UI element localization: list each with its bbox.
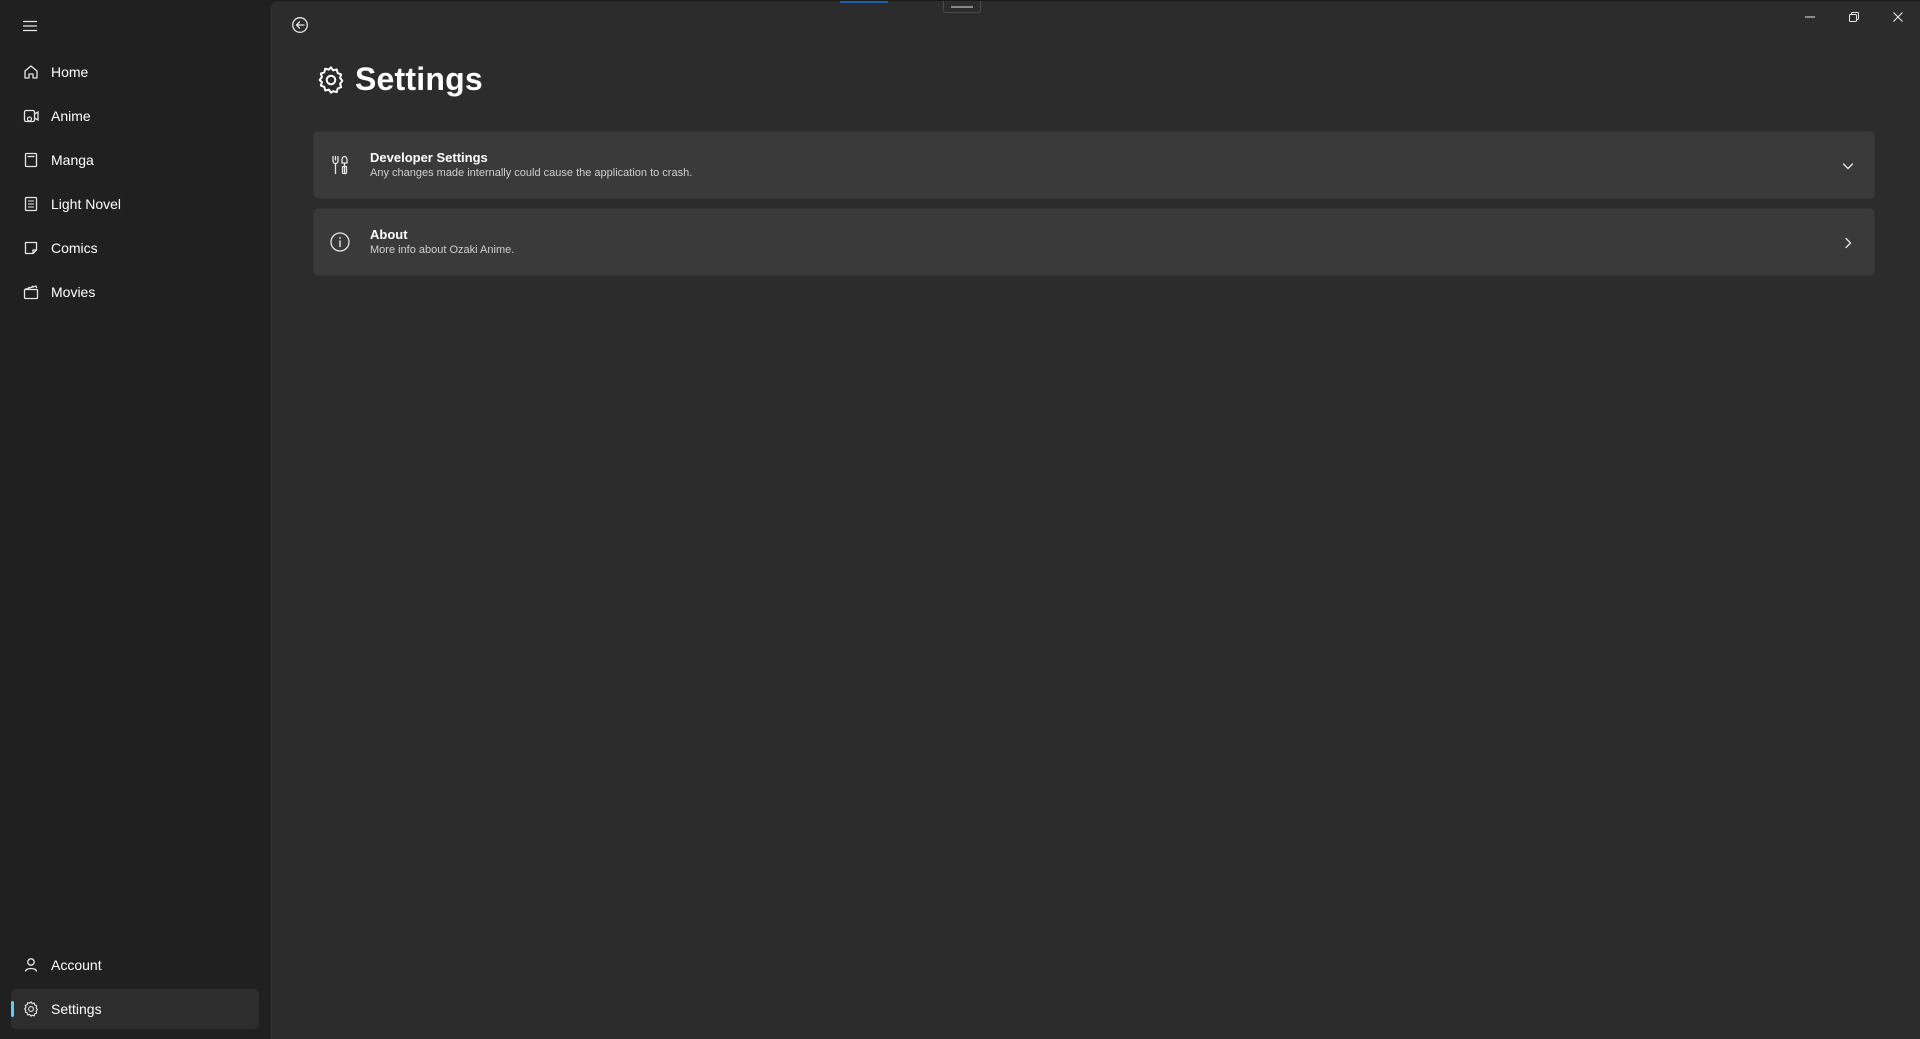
nav-item-label: Movies bbox=[51, 284, 96, 300]
app-window: Home Anime Manga Light Novel Comics Movi… bbox=[0, 0, 1920, 1039]
page-title: Settings bbox=[355, 61, 483, 97]
anime-icon bbox=[21, 106, 41, 126]
window-caption-buttons bbox=[1788, 1, 1920, 33]
nav-item-label: Account bbox=[51, 957, 102, 973]
nav-item-label: Anime bbox=[51, 108, 91, 124]
content-frame: Settings Developer Settings Any changes … bbox=[269, 0, 1920, 1039]
gear-icon bbox=[21, 999, 41, 1019]
card-description: More info about Ozaki Anime. bbox=[370, 244, 515, 256]
back-arrow-icon bbox=[292, 17, 308, 33]
tools-icon bbox=[328, 153, 352, 177]
navigation-pane: Home Anime Manga Light Novel Comics Movi… bbox=[0, 0, 269, 1039]
nav-item-account[interactable]: Account bbox=[11, 945, 259, 985]
comics-icon bbox=[21, 238, 41, 258]
page-header: Settings bbox=[315, 61, 483, 98]
back-button[interactable] bbox=[284, 11, 316, 39]
nav-item-anime[interactable]: Anime bbox=[11, 96, 259, 136]
nav-item-home[interactable]: Home bbox=[11, 52, 259, 92]
nav-item-label: Settings bbox=[51, 1001, 102, 1017]
nav-item-label: Manga bbox=[51, 152, 94, 168]
movies-icon bbox=[21, 282, 41, 302]
drag-handle[interactable] bbox=[943, 1, 981, 13]
gear-icon bbox=[318, 65, 344, 94]
card-title: About bbox=[370, 227, 408, 242]
restore-icon bbox=[1849, 12, 1859, 22]
hamburger-menu-button[interactable] bbox=[10, 12, 50, 40]
nav-menu-items: Home Anime Manga Light Novel Comics Movi… bbox=[11, 52, 259, 316]
chevron-down-icon[interactable] bbox=[1836, 154, 1860, 178]
card-description: Any changes made internally could cause … bbox=[370, 167, 693, 179]
restore-button[interactable] bbox=[1832, 1, 1876, 33]
close-icon bbox=[1893, 12, 1903, 22]
nav-item-label: Light Novel bbox=[51, 196, 122, 212]
nav-item-movies[interactable]: Movies bbox=[11, 272, 259, 312]
home-icon bbox=[21, 62, 41, 82]
close-button[interactable] bbox=[1876, 1, 1920, 33]
about-card[interactable]: About More info about Ozaki Anime. bbox=[313, 208, 1875, 276]
nav-item-label: Home bbox=[51, 64, 89, 80]
card-text: About More info about Ozaki Anime. bbox=[370, 226, 514, 258]
nav-item-manga[interactable]: Manga bbox=[11, 140, 259, 180]
developer-settings-card[interactable]: Developer Settings Any changes made inte… bbox=[313, 131, 1875, 199]
info-icon bbox=[328, 230, 352, 254]
card-text: Developer Settings Any changes made inte… bbox=[370, 149, 692, 181]
hamburger-icon bbox=[23, 20, 37, 32]
minimize-icon bbox=[1805, 16, 1815, 18]
light-novel-icon bbox=[21, 194, 41, 214]
nav-item-comics[interactable]: Comics bbox=[11, 228, 259, 268]
nav-item-settings[interactable]: Settings bbox=[11, 989, 259, 1029]
minimize-button[interactable] bbox=[1788, 1, 1832, 33]
person-icon bbox=[21, 955, 41, 975]
card-title: Developer Settings bbox=[370, 150, 488, 165]
nav-item-light-novel[interactable]: Light Novel bbox=[11, 184, 259, 224]
nav-item-label: Comics bbox=[51, 240, 98, 256]
title-bar-accent bbox=[840, 1, 888, 3]
chevron-right-icon[interactable] bbox=[1836, 231, 1860, 255]
manga-icon bbox=[21, 150, 41, 170]
nav-footer-items: Account Settings bbox=[11, 945, 259, 1033]
settings-list: Developer Settings Any changes made inte… bbox=[313, 131, 1875, 285]
